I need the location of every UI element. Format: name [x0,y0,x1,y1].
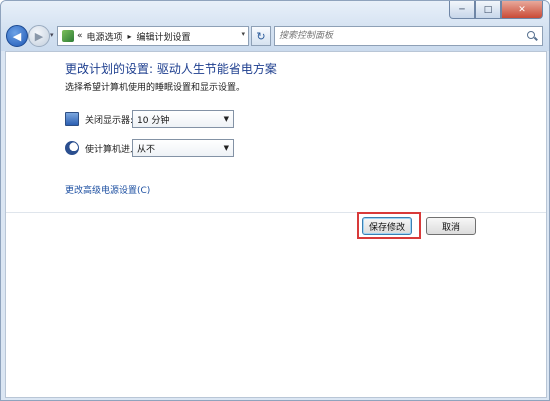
cancel-button[interactable]: 取消 [426,217,476,235]
recent-pages-dropdown[interactable]: ▾ [50,31,54,39]
window-controls: ─ □ ✕ [449,1,543,19]
save-button[interactable]: 保存修改 [362,217,412,235]
main-content: 更改计划的设置: 驱动人生节能省电方案 选择希望计算机使用的睡眠设置和显示设置。… [5,51,547,398]
display-off-label: 关闭显示器: [85,115,134,126]
page-title: 更改计划的设置: 驱动人生节能省电方案 [65,62,277,76]
chevron-down-icon: ▼ [223,115,229,123]
moon-icon [65,141,79,155]
control-panel-window: ─ □ ✕ ◀ ▶ ▾ « 电源选项 ▸ 编辑计划设置 ▾ ↻ 更改计划的设置:… [0,0,550,401]
search-icon[interactable] [526,30,538,42]
setting-row-display: 关闭显示器: [65,112,133,126]
address-prefix[interactable]: « [77,31,83,41]
sleep-select[interactable]: 从不 ▼ [132,139,234,157]
breadcrumb-edit-plan[interactable]: 编辑计划设置 [137,30,191,43]
maximize-button[interactable]: □ [475,1,501,19]
refresh-button[interactable]: ↻ [251,26,271,46]
divider [6,212,546,213]
search-input[interactable] [275,30,526,42]
breadcrumb-separator-icon[interactable]: ▸ [128,32,132,41]
sleep-value: 从不 [137,144,156,155]
address-dropdown-icon[interactable]: ▾ [241,30,245,38]
display-off-value: 10 分钟 [137,115,170,126]
address-bar[interactable]: « 电源选项 ▸ 编辑计划设置 ▾ [57,26,249,46]
monitor-icon [65,112,79,126]
title-bar: ─ □ ✕ ◀ ▶ ▾ « 电源选项 ▸ 编辑计划设置 ▾ ↻ [1,1,549,51]
forward-button[interactable]: ▶ [28,25,50,47]
breadcrumb-power-options[interactable]: 电源选项 [87,30,123,43]
chevron-down-icon: ▼ [223,144,229,152]
minimize-button[interactable]: ─ [449,1,475,19]
display-off-select[interactable]: 10 分钟 ▼ [132,110,234,128]
search-box[interactable] [274,26,543,46]
page-subtitle: 选择希望计算机使用的睡眠设置和显示设置。 [65,83,246,93]
back-button[interactable]: ◀ [6,25,28,47]
advanced-settings-link[interactable]: 更改高级电源设置(C) [65,183,150,196]
control-panel-icon [62,30,74,42]
close-button[interactable]: ✕ [501,1,543,19]
